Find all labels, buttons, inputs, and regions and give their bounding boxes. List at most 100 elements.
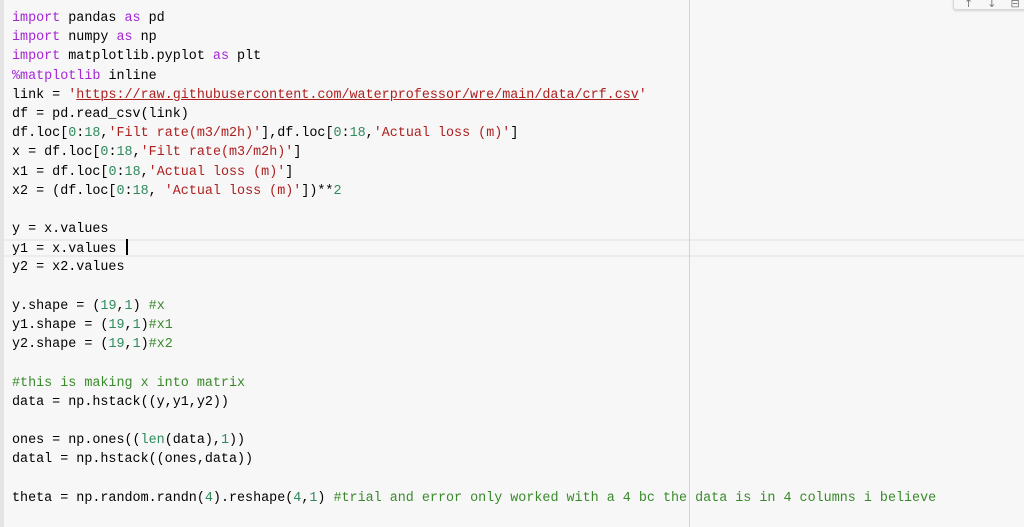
code-line[interactable]: y.shape = (19,1) #x <box>12 297 936 316</box>
code-line[interactable]: #this is making x into matrix <box>12 374 936 393</box>
code-token: numpy <box>60 30 117 46</box>
code-line[interactable]: x = df.loc[0:18,'Filt rate(m3/m2h)'] <box>12 143 936 162</box>
text-cursor <box>125 239 128 256</box>
code-token: ] <box>293 145 302 161</box>
move-up-icon[interactable]: ↑ <box>964 0 973 9</box>
code-token: , <box>132 145 141 161</box>
code-line[interactable]: y1 = x.values <box>12 239 936 258</box>
string-token: 'Actual loss (m)' <box>164 183 302 199</box>
code-token: df.loc[ <box>12 126 69 142</box>
number-token: 18 <box>116 145 133 161</box>
code-token: , <box>148 183 165 199</box>
code-token: : <box>124 183 133 199</box>
code-token: pd <box>140 11 165 26</box>
code-token: ones = np.ones(( <box>12 433 141 449</box>
code-line[interactable]: datal = np.hstack((ones,data)) <box>12 450 936 469</box>
number-token: 1 <box>132 337 141 353</box>
code-token: , <box>365 126 374 142</box>
number-token: 0 <box>333 126 342 142</box>
code-line[interactable]: y1.shape = (19,1)#x1 <box>12 316 936 335</box>
number-token: 1 <box>220 433 229 449</box>
code-content[interactable]: import pandas as pd import numpy as np imp… <box>12 9 936 508</box>
code-line[interactable] <box>12 470 936 489</box>
code-token: (data), <box>164 433 221 449</box>
code-token: x = df.loc[ <box>12 145 101 161</box>
string-token: ' <box>638 87 647 103</box>
code-token: data = np.hstack((y,y1,y2)) <box>12 394 229 410</box>
code-line[interactable]: y2.shape = (19,1)#x2 <box>12 335 936 354</box>
code-line[interactable]: import pandas as pd <box>12 9 936 28</box>
number-token: 18 <box>124 164 141 180</box>
code-line[interactable]: x1 = df.loc[0:18,'Actual loss (m)'] <box>12 163 936 182</box>
code-token: y.shape = ( <box>12 298 101 314</box>
move-down-icon[interactable]: ↓ <box>987 0 996 9</box>
code-line[interactable]: ones = np.ones((len(data),1)) <box>12 431 936 450</box>
code-line[interactable]: import matplotlib.pyplot as plt <box>12 47 936 66</box>
code-line[interactable]: df.loc[0:18,'Filt rate(m3/m2h)'],df.loc[… <box>12 124 936 143</box>
code-token: , <box>124 318 133 333</box>
code-line[interactable]: df = pd.read_csv(link) <box>12 105 936 124</box>
code-line[interactable]: x2 = (df.loc[0:18, 'Actual loss (m)'])**… <box>12 182 936 201</box>
code-line[interactable]: theta = np.random.randn(4).reshape(4,1) … <box>12 489 936 508</box>
code-token: df = pd.read_csv(link) <box>12 106 189 122</box>
number-token: 4 <box>204 490 213 506</box>
code-cell-editor[interactable]: import pandas as pd import numpy as np imp… <box>0 0 1024 527</box>
code-token: x1 = df.loc[ <box>12 164 109 180</box>
comment-token: #x <box>148 298 165 314</box>
code-line[interactable] <box>12 354 936 373</box>
string-token: 'Filt rate(m3/m2h)' <box>108 126 262 142</box>
number-token: 1 <box>124 298 133 314</box>
keyword-token: import <box>12 49 61 65</box>
number-token: 1 <box>132 318 141 333</box>
url-string-token: https://raw.githubusercontent.com/waterp… <box>76 87 639 103</box>
code-token: y1 = x.values <box>12 242 125 258</box>
code-token: matplotlib.pyplot <box>60 49 213 65</box>
code-token: inline <box>100 68 157 84</box>
code-line[interactable] <box>12 278 936 297</box>
code-line[interactable]: %matplotlib inline <box>12 67 936 86</box>
keyword-token: import <box>12 30 61 46</box>
code-line[interactable]: link = 'https://raw.githubusercontent.co… <box>12 86 936 105</box>
code-token: ).reshape( <box>212 490 294 506</box>
string-token: 'Actual loss (m)' <box>373 126 511 142</box>
code-line[interactable]: import numpy as np <box>12 28 936 47</box>
code-token: ],df.loc[ <box>261 126 334 142</box>
number-token: 0 <box>116 183 125 199</box>
code-token: ])** <box>301 183 334 199</box>
code-token: ) <box>132 298 149 314</box>
code-token: ] <box>510 126 519 142</box>
code-token: pandas <box>60 11 125 26</box>
number-token: 18 <box>349 126 366 142</box>
number-token: 2 <box>333 183 342 199</box>
code-line[interactable] <box>12 412 936 431</box>
code-token: )) <box>228 433 246 449</box>
code-token: y2 = x2.values <box>12 260 125 276</box>
cell-gutter <box>0 0 4 527</box>
more-icon[interactable]: ⊟ <box>1010 0 1019 9</box>
code-token: y = x.values <box>12 222 109 238</box>
code-line[interactable] <box>12 201 936 220</box>
magic-command-token: %matplotlib <box>12 68 101 84</box>
code-token: y1.shape = ( <box>12 318 109 333</box>
code-token: : <box>116 164 125 180</box>
number-token: 19 <box>108 318 125 333</box>
code-line[interactable]: y2 = x2.values <box>12 258 936 277</box>
code-token: y2.shape = ( <box>12 337 109 353</box>
code-token: link = <box>12 87 69 103</box>
number-token: 18 <box>84 126 101 142</box>
number-token: 19 <box>100 298 117 314</box>
keyword-token: as <box>116 30 133 46</box>
code-line[interactable]: data = np.hstack((y,y1,y2)) <box>12 393 936 412</box>
number-token: 18 <box>132 183 149 199</box>
string-token: 'Filt rate(m3/m2h)' <box>140 145 294 161</box>
cell-toolbar: ↑ ↓ ⊟ <box>953 0 1024 10</box>
code-token: : <box>108 145 117 161</box>
code-token: plt <box>228 49 262 65</box>
string-token: 'Actual loss (m)' <box>148 164 286 180</box>
code-line[interactable]: y = x.values <box>12 220 936 239</box>
comment-token: #this is making x into matrix <box>12 375 246 391</box>
number-token: 19 <box>108 337 125 353</box>
code-token: , <box>124 337 133 353</box>
code-token: : <box>341 126 350 142</box>
code-token: ) <box>140 318 149 333</box>
